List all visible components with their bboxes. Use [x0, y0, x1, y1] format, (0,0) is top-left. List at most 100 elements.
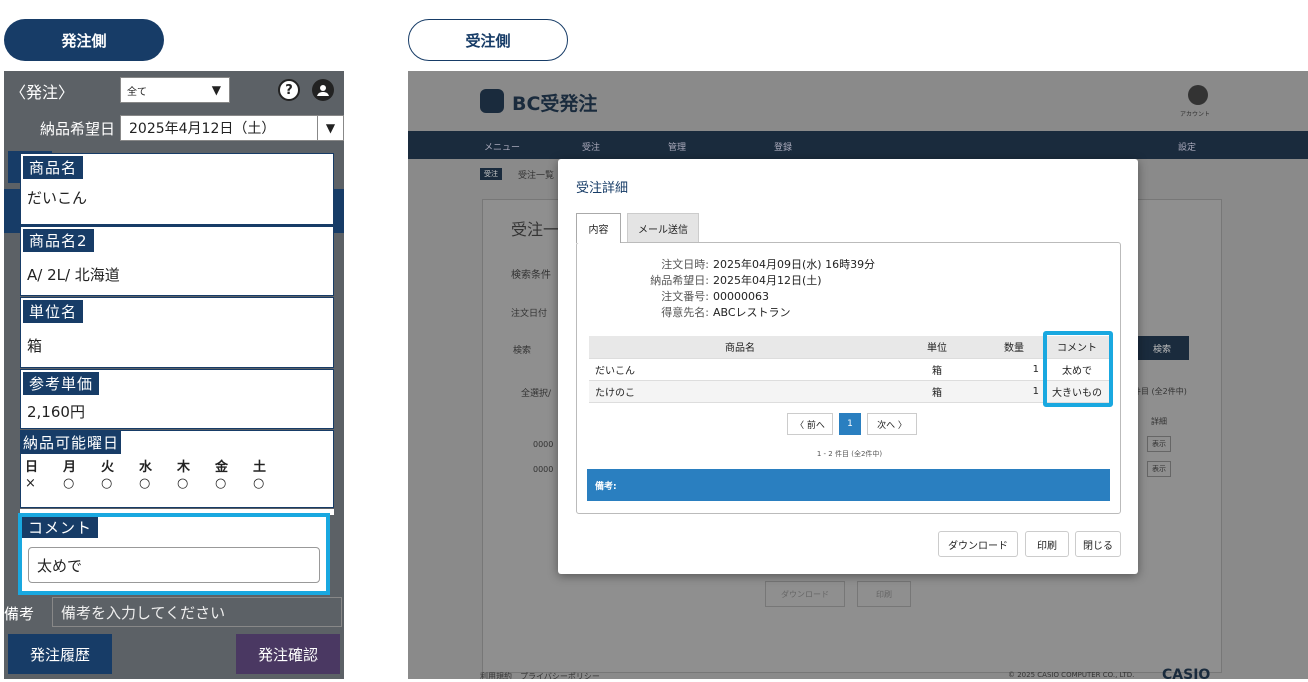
account-icon[interactable] [312, 79, 334, 101]
account-label: アカウント [1180, 111, 1211, 118]
product-name2-value: A/ 2L/ 北海道 [27, 266, 120, 284]
cell-unit: 箱 [891, 380, 983, 403]
items-table: 商品名 単位 数量 コメント だいこん箱 1 太めで たけのこ箱 1 大きいもの [589, 336, 1109, 403]
table-row: たけのこ箱 1 大きいもの [589, 380, 1109, 403]
select-all[interactable]: 全選択/ [521, 386, 551, 399]
nav-menu[interactable]: メニュー [484, 140, 520, 153]
price-label: 参考単価 [23, 372, 100, 395]
logo-icon [480, 89, 504, 113]
tab-mail[interactable]: メール送信 [627, 213, 699, 243]
history-button[interactable]: 発注履歴 [8, 634, 112, 674]
app-header: BC受発注 アカウント [408, 71, 1308, 131]
nav-orders[interactable]: 受注 [582, 140, 600, 153]
info-row: 得意先名: ABCレストラン [577, 305, 1122, 321]
days-grid: 日 × 月 ○ 火 ○ 水 ○ 木 ○ 金 ○ 土 ○ [25, 460, 333, 492]
info-value: 2025年04月12日(土) [713, 274, 822, 287]
product-name-card: 商品名 だいこん [20, 153, 334, 225]
day-availability: × [25, 476, 36, 491]
casio-logo: CASIO [1162, 667, 1211, 679]
bg-print-button[interactable]: 印刷 [857, 581, 911, 607]
footer-links[interactable]: 利用規約 プライバシーポリシー [480, 671, 600, 679]
tab-content[interactable]: 内容 [576, 213, 621, 243]
back-link[interactable]: 〈発注〉 [10, 79, 74, 103]
phone-header: 〈発注〉 全て ▼ ? [4, 71, 344, 111]
day-0: 日 × [25, 460, 63, 492]
product-name-value: だいこん [27, 189, 88, 207]
cell-name: だいこん [589, 358, 891, 381]
day-5: 金 ○ [215, 460, 253, 492]
table-row: だいこん箱 1 太めで [589, 358, 1109, 381]
account-icon[interactable] [1188, 85, 1208, 105]
day-label: 金 [215, 460, 229, 475]
delivery-days-card: 納品可能曜日 日 × 月 ○ 火 ○ 水 ○ 木 ○ 金 ○ 土 ○ [20, 430, 334, 508]
help-icon[interactable]: ? [278, 79, 300, 101]
prev-button[interactable]: 〈 前へ [787, 413, 833, 435]
close-button[interactable]: 閉じる [1075, 531, 1121, 557]
page-1-button[interactable]: 1 [839, 413, 861, 435]
delivery-days-label: 納品可能曜日 [21, 431, 122, 454]
comment-card: コメント 太めで [18, 513, 330, 595]
info-value: 2025年04月09日(水) 16時39分 [713, 258, 876, 271]
filter-value: 全て [127, 86, 147, 98]
info-key: 注文番号: [661, 290, 709, 303]
date-select[interactable]: 2025年4月12日（土） ▼ [120, 115, 344, 141]
phone-screen: 〈発注〉 全て ▼ ? 納品希望日 2025年4月12日（土） ▼ 商品名 だい… [4, 71, 344, 679]
copyright: © 2025 CASIO COMPUTER CO., LTD. [1008, 671, 1135, 679]
day-label: 火 [101, 460, 115, 475]
price-value: 2,160円 [27, 403, 85, 421]
day-availability: ○ [177, 476, 189, 491]
filter-select[interactable]: 全て ▼ [120, 77, 230, 103]
detail-column: 詳細 [1151, 417, 1167, 426]
info-value: 00000063 [713, 290, 769, 303]
orderer-side-label: 発注側 [4, 19, 164, 61]
col-unit: 単位 [891, 336, 983, 359]
product-name-label: 商品名 [23, 156, 84, 179]
show-button-1[interactable]: 表示 [1147, 436, 1171, 452]
crumb-badge: 受注 [480, 168, 502, 180]
day-availability: ○ [139, 476, 151, 491]
memo-bar: 備考: [587, 469, 1110, 501]
unit-value: 箱 [27, 337, 43, 355]
chevron-down-icon: ▼ [317, 116, 343, 140]
day-availability: ○ [63, 476, 75, 491]
date-row: 納品希望日 2025年4月12日（土） ▼ [4, 111, 344, 145]
next-button[interactable]: 次へ 〉 [867, 413, 917, 435]
day-label: 木 [177, 460, 191, 475]
page-info: 1 - 2 件目 (全2件中) [816, 450, 883, 458]
row-id-2: 0000 [533, 465, 554, 474]
product-name2-card: 商品名2 A/ 2L/ 北海道 [20, 226, 334, 296]
day-label: 日 [25, 460, 39, 475]
col-qty: 数量 [983, 336, 1045, 359]
cell-qty: 1 [983, 380, 1045, 403]
date-value: 2025年4月12日（土） [129, 121, 276, 137]
day-label: 土 [253, 460, 267, 475]
nav-settings[interactable]: 設定 [1178, 140, 1196, 153]
day-3: 水 ○ [139, 460, 177, 492]
nav-manage[interactable]: 管理 [668, 140, 686, 153]
breadcrumb[interactable]: 受注一覧 [518, 168, 554, 181]
date-label: 納品希望日 [40, 119, 116, 138]
comment-input[interactable]: 太めで [28, 547, 320, 583]
cell-qty: 1 [983, 358, 1045, 381]
cell-unit: 箱 [891, 358, 983, 381]
day-label: 水 [139, 460, 153, 475]
bg-download-button[interactable]: ダウンロード [765, 581, 845, 607]
memo-input[interactable]: 備考を入力してください [52, 597, 342, 627]
search-button[interactable]: 検索 [1135, 336, 1189, 360]
day-2: 火 ○ [101, 460, 139, 492]
search-toggle[interactable]: 検索 [513, 343, 531, 356]
product-name2-label: 商品名2 [23, 229, 94, 252]
nav-register[interactable]: 登録 [774, 140, 792, 153]
memo-label: 備考 [4, 604, 35, 623]
print-button[interactable]: 印刷 [1025, 531, 1069, 557]
comment-highlight [1043, 331, 1113, 407]
order-detail-modal: 受注詳細 内容 メール送信 注文日時: 2025年04月09日(水) 16時39分… [558, 159, 1138, 574]
confirm-button[interactable]: 発注確認 [236, 634, 340, 674]
info-row: 納品希望日: 2025年04月12日(土) [577, 273, 1122, 289]
download-button[interactable]: ダウンロード [938, 531, 1018, 557]
info-row: 注文番号: 00000063 [577, 289, 1122, 305]
result-count: 件目 (全2件中) [1133, 387, 1187, 396]
info-key: 得意先名: [661, 306, 709, 319]
unit-card: 単位名 箱 [20, 297, 334, 368]
show-button-2[interactable]: 表示 [1147, 461, 1171, 477]
